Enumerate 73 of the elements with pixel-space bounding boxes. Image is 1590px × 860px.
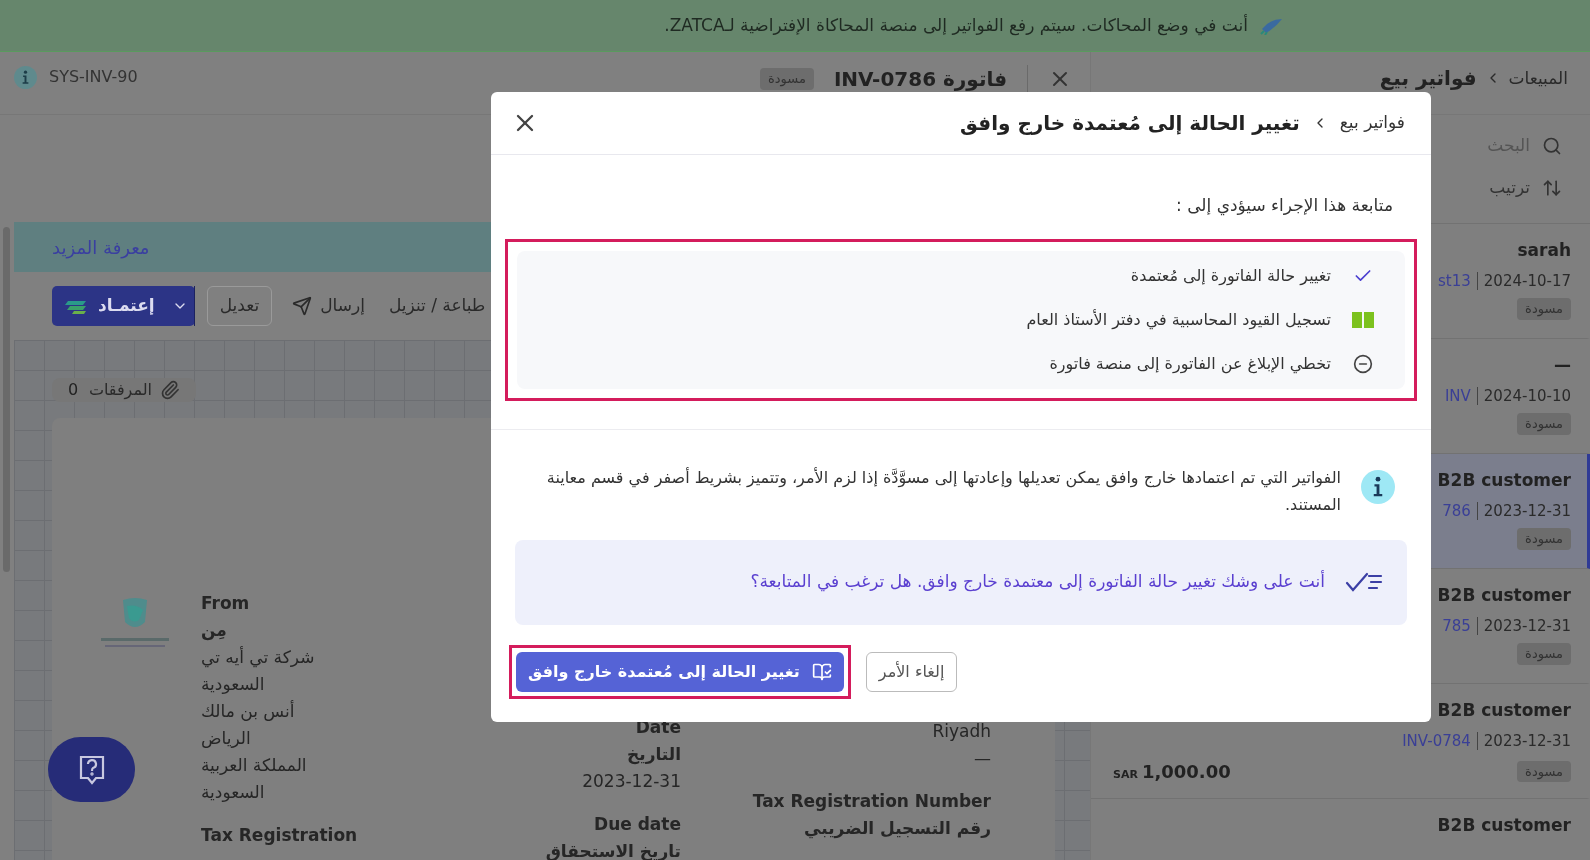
customer-name: sarah [1517, 239, 1571, 262]
field-label: From [201, 592, 250, 615]
invoice-number[interactable]: st13 [1438, 269, 1471, 292]
field-value: شركة تي أيه تي السعودية [201, 645, 316, 696]
attachments-count: 0 [68, 379, 79, 401]
info-icon [14, 65, 37, 89]
book-check-icon [811, 661, 832, 682]
status-badge: مسودة [1517, 413, 1571, 435]
invoice-date: 2024-10-17 [1483, 270, 1571, 292]
customer-name: B2B customer [1437, 814, 1571, 837]
effect-text: تسجيل القيود المحاسبية في دفتر الأستاذ العام [1026, 308, 1331, 332]
effect-text: تخطي الإبلاغ عن الفاتورة إلى منصة فاتورة [1049, 352, 1331, 376]
confirm-text: أنت على وشك تغيير حالة الفاتورة إلى معتمدة خارج وافق. هل ترغب في المتابعة؟ [750, 569, 1325, 594]
paperclip-icon [160, 380, 180, 400]
invoice-date: 2023-12-31 [1483, 730, 1571, 752]
sort-icon[interactable] [1542, 178, 1562, 198]
edit-button[interactable]: تعديل [206, 286, 273, 326]
field-label: التاريخ [627, 743, 681, 767]
invoice-amount: 1,000.00 [1141, 760, 1231, 784]
field-label: مِن [201, 619, 227, 643]
breadcrumb-link[interactable]: المبيعات [1508, 66, 1568, 92]
invoice-title: فاتورة INV-0786 [833, 67, 1007, 91]
invoice-date: 2023-12-31 [1483, 615, 1571, 637]
send-icon [292, 296, 313, 316]
cancel-button[interactable]: إلغاء الأمر [865, 651, 958, 692]
invoice-number[interactable]: 785 [1442, 614, 1471, 637]
page-title: فواتير بيع [1379, 66, 1477, 90]
currency-code: SAR [1113, 767, 1138, 783]
learn-more-link[interactable]: معرفة المزيد [52, 233, 150, 261]
invoice-number[interactable]: 786 [1442, 499, 1471, 522]
approve-split-button[interactable]: إعتمـاد [52, 286, 195, 326]
status-badge: مسودة [1517, 760, 1571, 783]
field-value: Riyadh [932, 720, 991, 743]
field-value: المملكة العربية السعودية [201, 754, 308, 804]
attachments-label: المرفقات [88, 379, 152, 402]
field-value: 2023-12-31 [582, 770, 681, 793]
field-value: — [974, 747, 991, 770]
status-badge: مسودة [1517, 643, 1571, 665]
effect-text: تغيير حالة الفاتورة إلى مُعتمدة [1130, 264, 1331, 288]
field-value: أنس بن مالك [201, 699, 296, 723]
customer-name: B2B customer [1437, 699, 1571, 722]
customer-name: — [1554, 354, 1571, 377]
send-button[interactable]: إرسال [284, 286, 373, 326]
customer-name: B2B customer [1437, 584, 1571, 607]
status-badge: مسودة [1517, 528, 1571, 550]
breadcrumb-link[interactable]: فواتير بيع [1339, 110, 1405, 136]
info-icon [1361, 469, 1395, 504]
search-icon [1542, 136, 1562, 156]
banner-text: أنت في وضع المحاكات. سيتم رفع الفواتير إلى منصة المحاكاة الإفتراضية لـZATCA. [664, 13, 1248, 38]
info-note: الفواتير التي تم اعتمادها خارج وافق يمكن تعديلها وإعادتها إلى مسوَّدَّة إذا لزم الأمر، وتتميز بشريط أصفر في قسم معاينة المستند. [545, 466, 1341, 516]
invoice-number[interactable]: INV [1444, 384, 1471, 407]
status-badge: مسودة [760, 68, 814, 90]
invoice-number[interactable]: INV-0784 [1402, 729, 1471, 752]
minus-circle-icon [1353, 353, 1373, 374]
field-label: Tax Registration Number [752, 790, 991, 813]
invoice-date: 2023-12-31 [1483, 500, 1571, 522]
dialog-title: تغيير الحالة إلى مُعتمدة خارج وافق [960, 110, 1300, 137]
checklist-icon [1345, 571, 1383, 593]
field-value: الرياض [201, 727, 252, 750]
intro-text: متابعة هذا الإجراء سيؤدي إلى : [1175, 194, 1394, 218]
field-label: Tax Registration [201, 824, 358, 847]
field-label: Due date [594, 813, 681, 836]
invoice-list-item[interactable]: B2B customer [1091, 799, 1590, 860]
print-download-button[interactable]: طباعة / تنزيل [384, 286, 490, 326]
status-badge: مسودة [1517, 298, 1571, 320]
sort-button[interactable]: ترتيب [1489, 175, 1530, 201]
book-icon [1351, 310, 1375, 329]
system-id: SYS-INV-90 [49, 66, 138, 88]
customer-name: B2B customer [1437, 469, 1571, 492]
invoice-date: 2024-10-10 [1483, 385, 1571, 407]
help-icon [77, 753, 106, 786]
field-label: رقم التسجيل الضريبي [804, 817, 991, 841]
confirm-button[interactable]: تغيير الحالة إلى مُعتمدة خارج وافق [516, 651, 844, 692]
